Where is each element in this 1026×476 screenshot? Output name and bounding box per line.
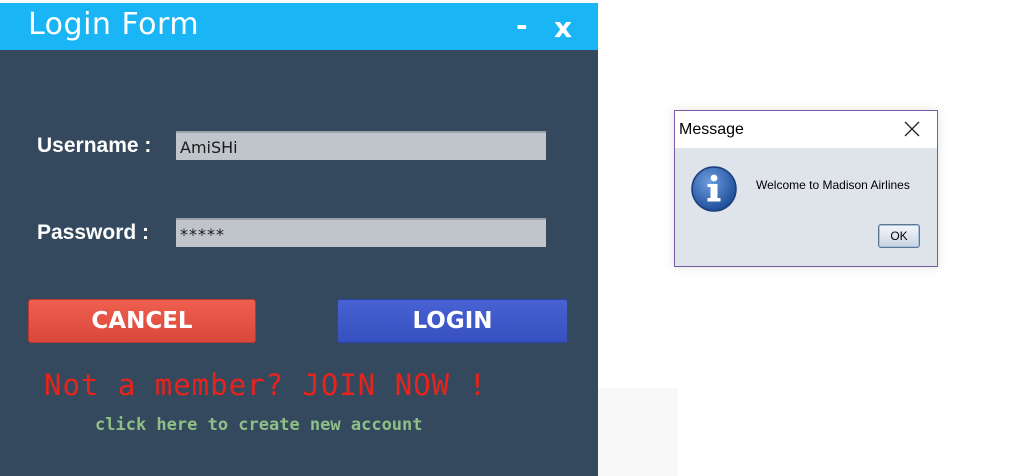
dialog-title-bar: Message xyxy=(675,111,937,148)
ok-button[interactable]: OK xyxy=(878,224,920,248)
close-icon[interactable] xyxy=(903,120,921,138)
close-button[interactable]: x xyxy=(554,11,572,44)
username-label: Username : xyxy=(37,134,152,157)
login-form-window: Login Form - x Username : Password : CAN… xyxy=(0,3,598,476)
minimize-button[interactable]: - xyxy=(516,9,528,42)
dialog-message: Welcome to Madison Airlines xyxy=(756,178,910,192)
dialog-title: Message xyxy=(679,121,744,138)
title-bar: Login Form - x xyxy=(0,3,598,50)
info-icon xyxy=(691,166,737,212)
background-panel xyxy=(598,388,678,476)
window-title: Login Form xyxy=(28,7,200,42)
username-input[interactable] xyxy=(176,131,546,160)
join-now-text: Not a member? JOIN NOW ! xyxy=(44,368,488,402)
message-dialog: Message Welcome to Madison Airlines OK xyxy=(674,110,938,267)
login-button[interactable]: LOGIN xyxy=(337,299,568,343)
password-input[interactable] xyxy=(176,218,546,247)
create-account-link[interactable]: click here to create new account xyxy=(95,415,423,435)
cancel-button[interactable]: CANCEL xyxy=(28,299,256,343)
password-label: Password : xyxy=(37,221,150,244)
